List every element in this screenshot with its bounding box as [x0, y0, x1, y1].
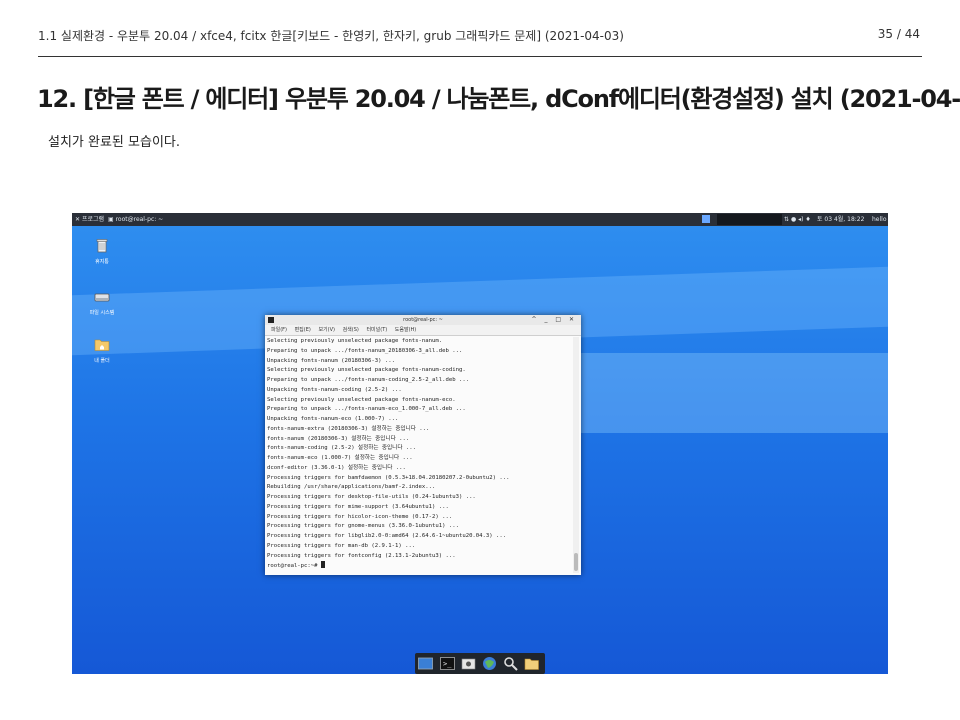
- desktop-icon-trash[interactable]: 휴지통: [82, 237, 122, 265]
- terminal-line: Processing triggers for desktop-file-uti…: [267, 494, 476, 500]
- menu-terminal[interactable]: 터미널(T): [366, 327, 387, 333]
- home-folder-icon: [94, 339, 110, 351]
- search-icon[interactable]: [503, 656, 518, 671]
- terminal-line: Preparing to unpack .../fonts-nanum-eco_…: [267, 406, 466, 413]
- terminal-window[interactable]: root@real-pc: ~ ^ _ □ ✕ 파일(F) 편집(E) 보기(V…: [265, 315, 581, 575]
- desktop-icon-label: 파일 시스템: [89, 310, 115, 316]
- trash-icon: [96, 239, 108, 253]
- menu-view[interactable]: 보기(V): [318, 327, 335, 333]
- terminal-title: root@real-pc: ~: [403, 317, 443, 323]
- wallpaper-band: [552, 353, 888, 433]
- terminal-line: Selecting previously unselected package …: [267, 396, 456, 403]
- taskbar-window-label: root@real-pc: ~: [115, 216, 164, 223]
- workspace-switcher[interactable]: [702, 215, 710, 223]
- taskbar-window-button[interactable]: ▣ root@real-pc: ~: [108, 213, 163, 226]
- terminal-prompt[interactable]: root@real-pc:~#: [267, 561, 569, 572]
- desktop-icon-label: 휴지통: [95, 259, 109, 265]
- svg-text:>_: >_: [443, 660, 452, 668]
- network-icon: ●: [790, 216, 797, 223]
- page-number: 35 / 44: [877, 27, 920, 41]
- terminal-line: Selecting previously unselected package …: [267, 338, 443, 344]
- apps-menu-icon: ✕: [75, 216, 82, 223]
- menu-edit[interactable]: 편집(E): [295, 327, 311, 333]
- desktop-icon-filesystem[interactable]: 파일 시스템: [82, 288, 122, 316]
- terminal-line: Rebuilding /usr/share/applications/bamf-…: [267, 484, 436, 491]
- drive-icon: [94, 293, 110, 302]
- terminal-line: fonts-nanum-coding (2.5-2) 설정하는 중입니다 ...: [267, 445, 416, 452]
- header-divider: [38, 56, 922, 57]
- terminal-line: Unpacking fonts-nanum-eco (1.000-7) ...: [267, 416, 399, 422]
- file-manager-icon[interactable]: [461, 656, 476, 671]
- terminal-line: Processing triggers for bamfdaemon (0.5.…: [267, 474, 510, 481]
- text-cursor: [320, 561, 325, 569]
- terminal-window-icon: ▣: [108, 216, 116, 223]
- terminal-line: Preparing to unpack .../fonts-nanum-codi…: [267, 377, 470, 383]
- desktop-screenshot: ✕ 프로그램 ▣ root@real-pc: ~ ⇅ ● ◂) ♦ 토 03 4…: [72, 213, 888, 674]
- browser-icon[interactable]: [482, 656, 497, 671]
- terminal-line: Processing triggers for gnome-menus (3.3…: [267, 523, 459, 530]
- notification-icon: ♦: [805, 216, 811, 223]
- terminal-titlebar[interactable]: root@real-pc: ~ ^ _ □ ✕: [265, 315, 581, 325]
- top-panel: ✕ 프로그램 ▣ root@real-pc: ~ ⇅ ● ◂) ♦ 토 03 4…: [72, 213, 888, 226]
- scrollbar-thumb[interactable]: [574, 553, 578, 571]
- terminal-line: Preparing to unpack .../fonts-nanum_2018…: [267, 347, 463, 354]
- terminal-line: Processing triggers for libglib2.0-0:amd…: [267, 533, 507, 539]
- menu-search[interactable]: 검색(S): [343, 327, 359, 333]
- dock: >_: [415, 653, 545, 674]
- terminal-line: fonts-nanum-eco (1.000-7) 설정하는 중입니다 ...: [267, 455, 413, 461]
- page-title: 12. [한글 폰트 / 에디터] 우분투 20.04 / 나눔폰트, dCon…: [37, 85, 960, 113]
- terminal-output[interactable]: Selecting previously unselected package …: [267, 337, 569, 575]
- terminal-line: Processing triggers for man-db (2.9.1-1)…: [267, 542, 416, 549]
- volume-icon: ◂): [798, 216, 804, 223]
- terminal-line: fonts-nanum (20180306-3) 설정하는 중입니다 ...: [267, 435, 410, 442]
- desktop-icon-home[interactable]: 내 폴더: [82, 336, 122, 364]
- tray-icons[interactable]: ⇅ ● ◂) ♦: [784, 213, 811, 226]
- terminal-line: Unpacking fonts-nanum (20180306-3) ...: [267, 357, 395, 364]
- terminal-line: Selecting previously unselected package …: [267, 367, 466, 374]
- desktop-icon-label: 내 폴더: [94, 358, 110, 364]
- show-desktop-icon[interactable]: [418, 656, 433, 671]
- terminal-line: fonts-nanum-extra (20180306-3) 설정하는 중입니다…: [267, 425, 430, 432]
- clock[interactable]: 토 03 4월, 18:22: [817, 213, 864, 226]
- terminal-line: Processing triggers for hicolor-icon-the…: [267, 513, 453, 520]
- menu-help[interactable]: 도움말(H): [395, 327, 416, 333]
- folder-icon[interactable]: [524, 656, 539, 671]
- caption: 설치가 완료된 모습이다.: [48, 135, 180, 150]
- section-header: 1.1 실제환경 - 우분투 20.04 / xfce4, fcitx 한글[키…: [38, 29, 624, 43]
- terminal-icon[interactable]: >_: [440, 656, 455, 671]
- terminal-line: Unpacking fonts-nanum-coding (2.5-2) ...: [267, 386, 402, 393]
- keyboard-icon: ⇅: [784, 216, 790, 223]
- terminal-line: Processing triggers for mime-support (3.…: [267, 503, 449, 510]
- panel-spacer: [717, 214, 782, 225]
- user-menu[interactable]: hello: [872, 213, 887, 226]
- terminal-app-icon: [268, 317, 274, 323]
- terminal-scrollbar[interactable]: [573, 337, 579, 573]
- window-controls[interactable]: ^ _ □ ✕: [532, 315, 577, 325]
- terminal-line: dconf-editor (3.36.0-1) 설정하는 중입니다 ...: [267, 464, 406, 471]
- terminal-line: Processing triggers for fontconfig (2.13…: [267, 552, 456, 559]
- apps-menu-label: 프로그램: [81, 216, 105, 223]
- menu-file[interactable]: 파일(F): [271, 327, 287, 333]
- apps-menu[interactable]: ✕ 프로그램: [75, 213, 104, 226]
- prompt-text: root@real-pc:~#: [267, 563, 321, 570]
- terminal-menubar: 파일(F) 편집(E) 보기(V) 검색(S) 터미널(T) 도움말(H): [265, 325, 581, 336]
